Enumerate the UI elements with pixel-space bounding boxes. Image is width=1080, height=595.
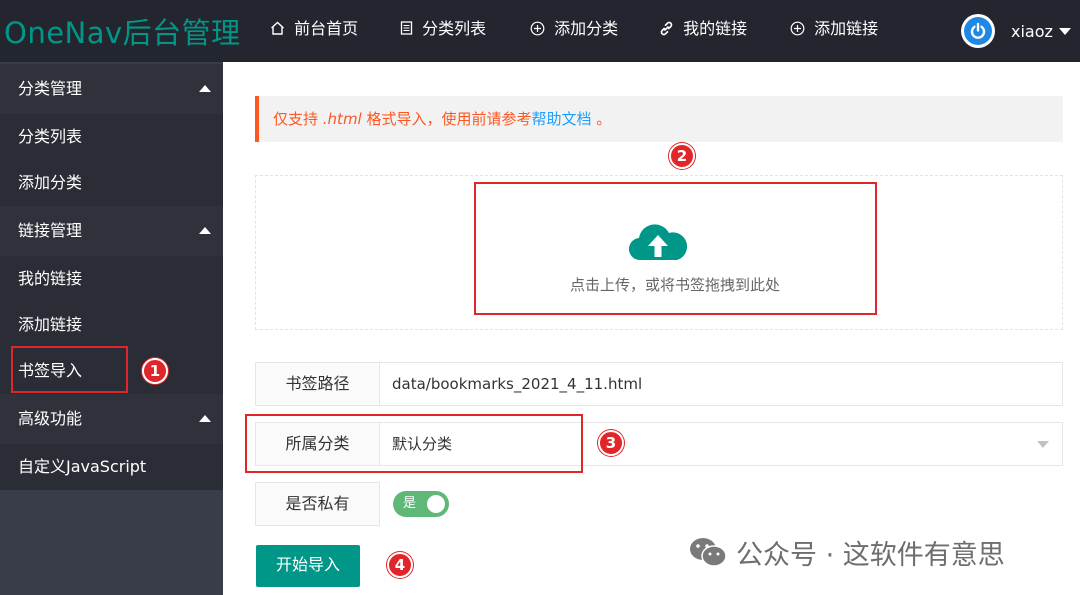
plus-circle-icon [790, 21, 805, 36]
chevron-down-icon [1037, 441, 1049, 448]
power-icon [970, 22, 986, 39]
watermark-text: 公众号 · 这软件有意思 [736, 539, 1005, 571]
sidebar-group-category[interactable]: 分类管理 [0, 64, 223, 114]
annotation-badge-2: 2 [669, 143, 695, 169]
bookmark-path-label: 书签路径 [255, 362, 380, 406]
watermark: 公众号 · 这软件有意思 [688, 534, 1005, 571]
annotation-box-1 [11, 346, 128, 393]
import-notice: 仅支持 .html 格式导入，使用前请参考帮助文档 。 [255, 96, 1063, 142]
sidebar: 分类管理 分类列表 添加分类 链接管理 我的链接 添加链接 书签导入 高级功能 … [0, 62, 223, 595]
top-header: OneNav后台管理 前台首页 分类列表 添加分类 我的链接 添加链接 xiao… [0, 0, 1080, 62]
notice-text: 仅支持 [273, 110, 323, 128]
nav-my-links[interactable]: 我的链接 [659, 0, 747, 62]
user-menu[interactable]: xiaoz [961, 0, 1071, 62]
notice-text: 格式导入，使用前请参考 [361, 110, 532, 128]
start-import-button[interactable]: 开始导入 [256, 545, 360, 587]
sidebar-group-advanced[interactable]: 高级功能 [0, 394, 223, 444]
chevron-up-icon [199, 85, 211, 92]
list-icon [400, 21, 413, 35]
nav-add-link[interactable]: 添加链接 [790, 0, 878, 62]
nav-home-label: 前台首页 [294, 19, 359, 38]
nav-home[interactable]: 前台首页 [270, 0, 358, 62]
sidebar-group-label: 链接管理 [18, 221, 83, 240]
sidebar-item-add-category[interactable]: 添加分类 [0, 160, 223, 206]
app-logo[interactable]: OneNav后台管理 [4, 10, 241, 52]
sidebar-group-label: 高级功能 [18, 409, 83, 428]
toggle-knob [427, 495, 445, 513]
bookmark-path-row: 书签路径 data/bookmarks_2021_4_11.html [255, 362, 1063, 406]
sidebar-item-add-link[interactable]: 添加链接 [0, 302, 223, 348]
notice-text: 。 [591, 110, 612, 128]
nav-category-list[interactable]: 分类列表 [400, 0, 486, 62]
chevron-up-icon [199, 227, 211, 234]
nav-add-category-label: 添加分类 [554, 19, 619, 38]
annotation-badge-1: 1 [142, 358, 168, 384]
annotation-box-2 [474, 182, 877, 315]
home-icon [271, 21, 284, 35]
annotation-badge-3: 3 [598, 430, 624, 456]
notice-format: .html [322, 110, 362, 128]
plus-circle-icon [530, 21, 545, 36]
wechat-icon [690, 538, 727, 567]
private-label: 是否私有 [255, 482, 380, 526]
sidebar-item-custom-js[interactable]: 自定义JavaScript [0, 444, 223, 490]
chevron-up-icon [199, 415, 211, 422]
sidebar-group-label: 分类管理 [18, 79, 83, 98]
nav-add-category[interactable]: 添加分类 [530, 0, 618, 62]
private-toggle[interactable]: 是 [393, 491, 449, 517]
bookmark-path-input[interactable]: data/bookmarks_2021_4_11.html [380, 362, 1063, 406]
sidebar-item-my-links[interactable]: 我的链接 [0, 256, 223, 302]
chevron-down-icon [1058, 27, 1071, 35]
annotation-badge-4: 4 [387, 552, 413, 578]
sidebar-item-category-list[interactable]: 分类列表 [0, 114, 223, 160]
annotation-box-3 [245, 414, 583, 473]
nav-category-list-label: 分类列表 [422, 19, 487, 38]
avatar[interactable] [961, 14, 995, 48]
sidebar-group-links[interactable]: 链接管理 [0, 206, 223, 256]
nav-add-link-label: 添加链接 [814, 19, 879, 38]
link-icon [660, 21, 673, 36]
nav-my-links-label: 我的链接 [683, 19, 748, 38]
username: xiaoz [1011, 21, 1053, 41]
help-doc-link[interactable]: 帮助文档 [532, 110, 592, 128]
toggle-label: 是 [403, 496, 417, 511]
private-row: 是否私有 [255, 482, 382, 526]
